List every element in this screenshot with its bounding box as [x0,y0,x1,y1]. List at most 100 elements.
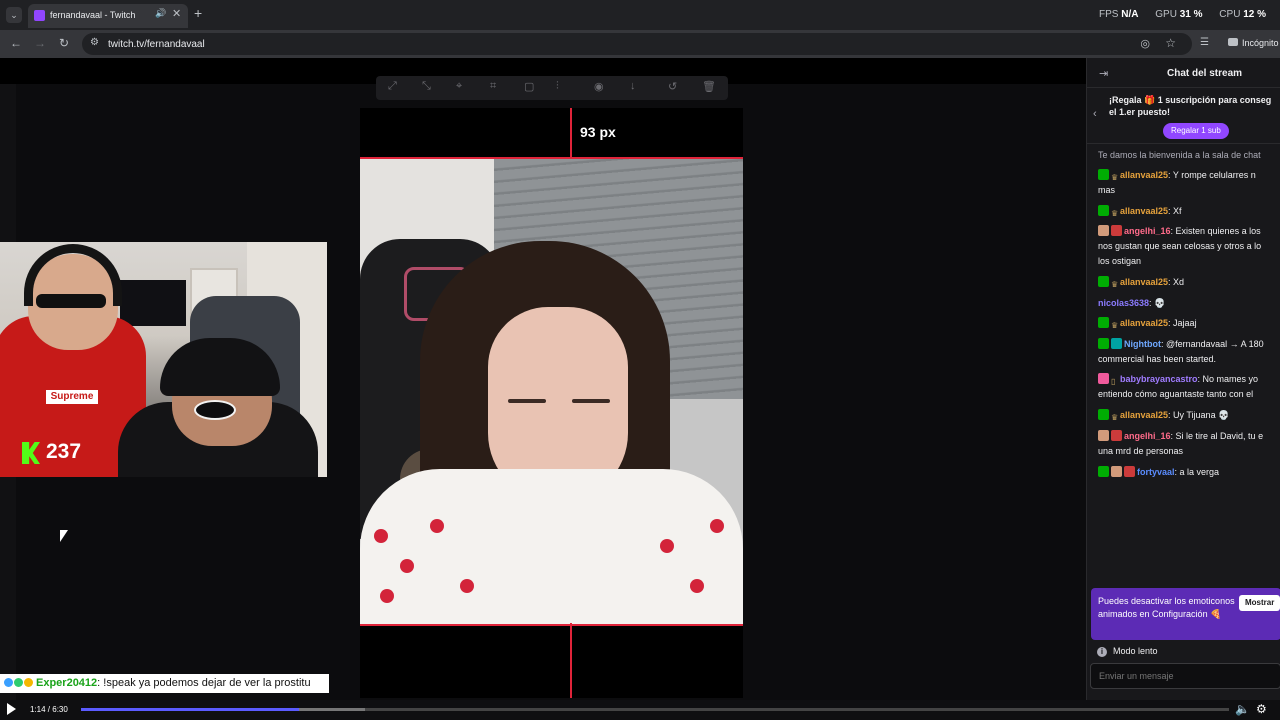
gift-text-line-1: ¡Regala 🎁 1 suscripción para conseg [1109,95,1272,105]
chat-text-cont: mas [1098,185,1116,195]
chat-message[interactable]: Nightbot: @fernandavaal → A 180 commercia… [1098,337,1280,367]
gpu-value: 31 % [1179,9,1203,20]
badge-icon [1098,225,1109,236]
copy-icon[interactable]: ▢ [524,80,534,93]
browser-tab[interactable]: fernandavaal - Twitch 🔊 ✕ [28,4,188,28]
chat-text: : Uy Tijuana 💀 [1168,410,1230,420]
cap-logo [194,400,236,420]
eye-icon[interactable]: ◉ [594,80,604,93]
stream-chat-panel: ⇥ Chat del stream ‹ ¡Regala 🎁 1 suscripc… [1086,58,1280,720]
performance-stats: FPS N/A GPU 31 % CPU 12 % [1099,9,1280,20]
chat-user[interactable]: allanvaal25 [1120,170,1168,180]
show-button[interactable]: Mostrar [1239,595,1280,611]
chat-text: : 💀 [1149,298,1166,308]
chat-message[interactable]: ♛ allanvaal25: Jajaaj [1098,316,1280,331]
chat-user[interactable]: allanvaal25 [1120,277,1168,287]
chat-user[interactable]: fortyvaal [1137,467,1175,477]
volume-icon[interactable]: 🔈 [1235,702,1250,716]
new-tab-plus-icon[interactable]: + [194,5,202,21]
sunglasses [36,294,106,308]
back-icon[interactable]: ← [10,36,22,50]
gift-text: ¡Regala 🎁 1 suscripción para conseg el 1.… [1109,94,1280,118]
collapse-chat-icon[interactable]: ⇥ [1099,67,1108,80]
chat-welcome: Te damos la bienvenida a la sala de chat [1098,150,1261,160]
main-video-frame[interactable] [360,157,743,626]
crown-icon: ♛ [1111,209,1119,218]
player-time: 1:14 / 6:30 [30,705,68,714]
chat-message[interactable]: fortyvaal: a la verga [1098,465,1280,480]
gift-sub-button[interactable]: Regalar 1 sub [1163,123,1229,139]
measure-line-top [570,108,572,160]
measure-label: 93 px [580,124,616,140]
chat-message[interactable]: angelhi_16: Si le tire al David, tu e una… [1098,429,1280,459]
chart-icon[interactable]: ⫶ [556,80,559,93]
settings-icon[interactable]: ⚙ [1256,702,1267,716]
cherry-print [374,529,388,543]
chat-message[interactable]: ▯ babybrayancastro: No mames yo entiendo c… [1098,372,1280,402]
chat-text: : @fernandavaal → A 180 [1160,339,1264,349]
extensions-icon[interactable]: ☰ [1200,37,1209,48]
forward-icon[interactable]: → [34,36,46,50]
shrink-icon[interactable]: ⤡ [422,80,431,93]
animated-emotes-notice: Puedes desactivar los emoticonos animado… [1091,588,1280,640]
background-tv [120,280,186,326]
cherry-shirt [360,469,743,624]
viewer-count: 237 [46,440,82,463]
chat-user[interactable]: allanvaal25 [1120,206,1168,216]
crown-icon: ♛ [1111,413,1119,422]
speaker-icon[interactable]: 🔊 [155,8,166,19]
download-icon[interactable]: ↓ [630,80,636,92]
kick-chat-text: : !speak ya podemos dejar de ver la pros… [97,677,311,689]
chat-text: : Si le tire al David, tu e [1170,431,1264,441]
omnibox[interactable]: ⚙ twitch.tv/fernandavaal ◎ ☆ [82,33,1192,55]
reset-icon[interactable]: ↺ [668,80,677,93]
chat-text: : Existen quienes a los [1170,226,1261,236]
progress-fill [81,708,299,711]
chat-text: : No mames yo [1197,374,1259,384]
chat-message[interactable]: ♛ allanvaal25: Uy Tijuana 💀 [1098,408,1280,423]
chat-input[interactable] [1090,663,1280,689]
editor-toolbar: ⤢ ⤡ ⌖ ⌗ ▢ ⫶ ◉ ↓ ↺ 🗑 [376,76,728,100]
chat-message[interactable]: ♛ allanvaal25: Xf [1098,204,1280,219]
chat-user[interactable]: allanvaal25 [1120,318,1168,328]
delete-icon[interactable]: 🗑 [702,80,716,93]
chat-user[interactable]: Nightbot [1124,339,1161,349]
chat-user[interactable]: babybrayancastro [1120,374,1198,384]
chat-message[interactable]: ♛ allanvaal25: Y rompe celularres n mas [1098,168,1280,198]
close-icon[interactable]: ✕ [172,7,181,20]
cherry-print [380,589,394,603]
chat-user[interactable]: allanvaal25 [1120,410,1168,420]
chevron-left-icon[interactable]: ‹ [1093,108,1097,120]
browser-address-bar: ← → ↻ ⚙ twitch.tv/fernandavaal ◎ ☆ ☰ Inc… [0,30,1280,58]
chat-text-cont: una mrd de personas [1098,446,1184,456]
emotes-notice-text: Puedes desactivar los emoticonos animado… [1098,596,1235,619]
tab-list-chevron-down-icon[interactable]: ⌄ [6,7,22,23]
chat-user[interactable]: angelhi_16 [1124,431,1171,441]
twitch-icon [34,10,45,21]
pin-icon[interactable]: ⌖ [456,80,462,93]
expand-icon[interactable]: ⤢ [388,80,397,93]
star-icon[interactable]: ☆ [1165,36,1176,50]
eye-off-icon[interactable]: ◎ [1140,37,1150,50]
chat-text-cont: los ostigan [1098,256,1142,266]
badge-icon [1098,373,1109,384]
url-text[interactable]: twitch.tv/fernandavaal [108,39,205,50]
fps-label: FPS [1099,9,1119,20]
crop-icon[interactable]: ⌗ [490,80,496,93]
chat-message[interactable]: nicolas3638: 💀 [1098,296,1280,311]
chat-message[interactable]: angelhi_16: Existen quienes a los nos gus… [1098,224,1280,269]
slow-mode-indicator: i Modo lento [1097,646,1158,657]
kick-chat-user: Exper20412 [36,677,98,689]
incognito-indicator[interactable]: Incógnito [1228,38,1279,48]
badge-icon [1111,225,1122,236]
chat-message[interactable]: ♛ allanvaal25: Xd [1098,275,1280,290]
play-icon[interactable] [7,703,16,715]
incognito-label: Incógnito [1242,38,1279,48]
chat-user[interactable]: nicolas3638 [1098,298,1149,308]
chat-user[interactable]: angelhi_16 [1124,226,1171,236]
reload-icon[interactable]: ↻ [59,36,69,50]
cherry-print [690,579,704,593]
tune-icon[interactable]: ⚙ [90,37,99,48]
chat-header: ⇥ Chat del stream [1087,58,1280,88]
cpu-label: CPU [1219,9,1241,20]
